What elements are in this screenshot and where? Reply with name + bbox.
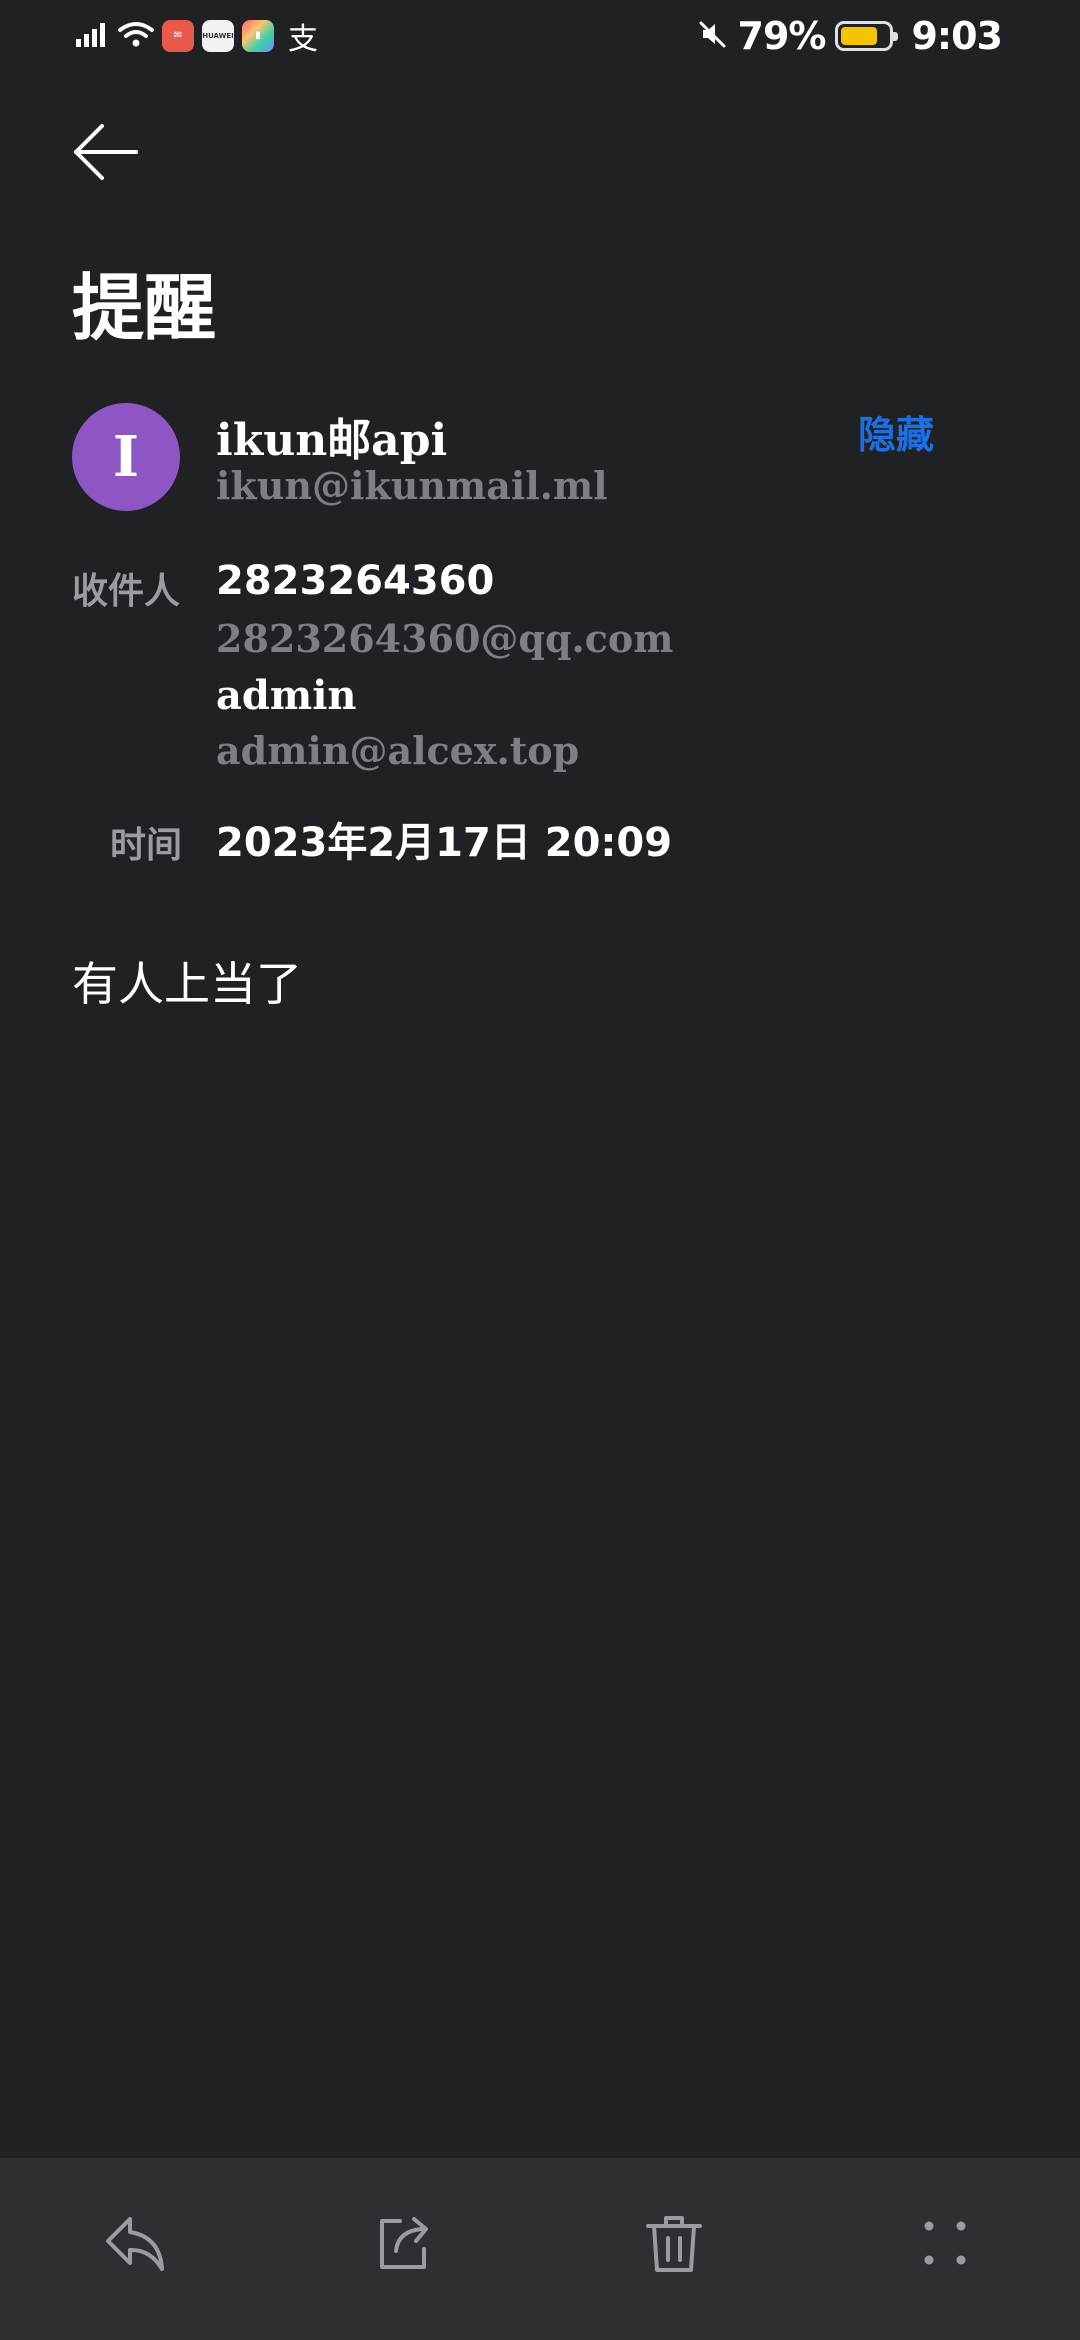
status-left: ✉ HUAWEI ▮ 支 <box>76 18 318 57</box>
alipay-icon: 支 <box>288 22 318 57</box>
recipient-email: admin@alcex.top <box>216 728 580 773</box>
sender-email: ikun@ikunmail.ml <box>216 463 608 508</box>
page-title: 提醒 <box>72 266 217 350</box>
recipient-name: admin <box>216 672 357 719</box>
huawei-app-icon: HUAWEI <box>202 20 234 52</box>
more-options-button[interactable] <box>909 2208 981 2280</box>
more-dots-icon <box>924 2221 966 2265</box>
avatar: I <box>72 403 180 511</box>
delete-button[interactable] <box>638 2208 710 2280</box>
mute-icon <box>698 19 728 53</box>
bottom-toolbar <box>0 2158 1080 2340</box>
share-icon <box>380 2217 428 2269</box>
status-right: 79% 9:03 <box>698 14 1003 58</box>
trash-icon <box>646 2216 702 2272</box>
back-button[interactable] <box>70 120 148 190</box>
recipient-email: 2823264360@qq.com <box>216 616 674 661</box>
message-body: 有人上当了 <box>72 957 302 1011</box>
clock: 9:03 <box>911 14 1003 58</box>
battery-level-fill <box>841 27 878 45</box>
time-value: 2023年2月17日 20:09 <box>216 820 673 866</box>
battery-icon <box>835 21 899 51</box>
hide-details-button[interactable]: 隐藏 <box>858 404 934 459</box>
reply-button[interactable] <box>99 2208 171 2280</box>
signal-icon <box>76 21 110 51</box>
status-bar: ✉ HUAWEI ▮ 支 79% 9:03 <box>0 0 1080 72</box>
battery-percent: 79% <box>737 14 827 58</box>
back-arrow-icon <box>74 124 138 180</box>
sender-name: ikun邮api <box>216 415 448 466</box>
time-label: 时间 <box>110 825 183 866</box>
colorful-app-icon: ▮ <box>242 20 274 52</box>
recipient-name: 2823264360 <box>216 558 495 604</box>
reply-icon <box>106 2217 164 2271</box>
wifi-icon <box>118 20 154 52</box>
share-button[interactable] <box>369 2208 441 2280</box>
recipient-label: 收件人 <box>72 571 181 612</box>
mail-app-icon: ✉ <box>162 20 194 52</box>
